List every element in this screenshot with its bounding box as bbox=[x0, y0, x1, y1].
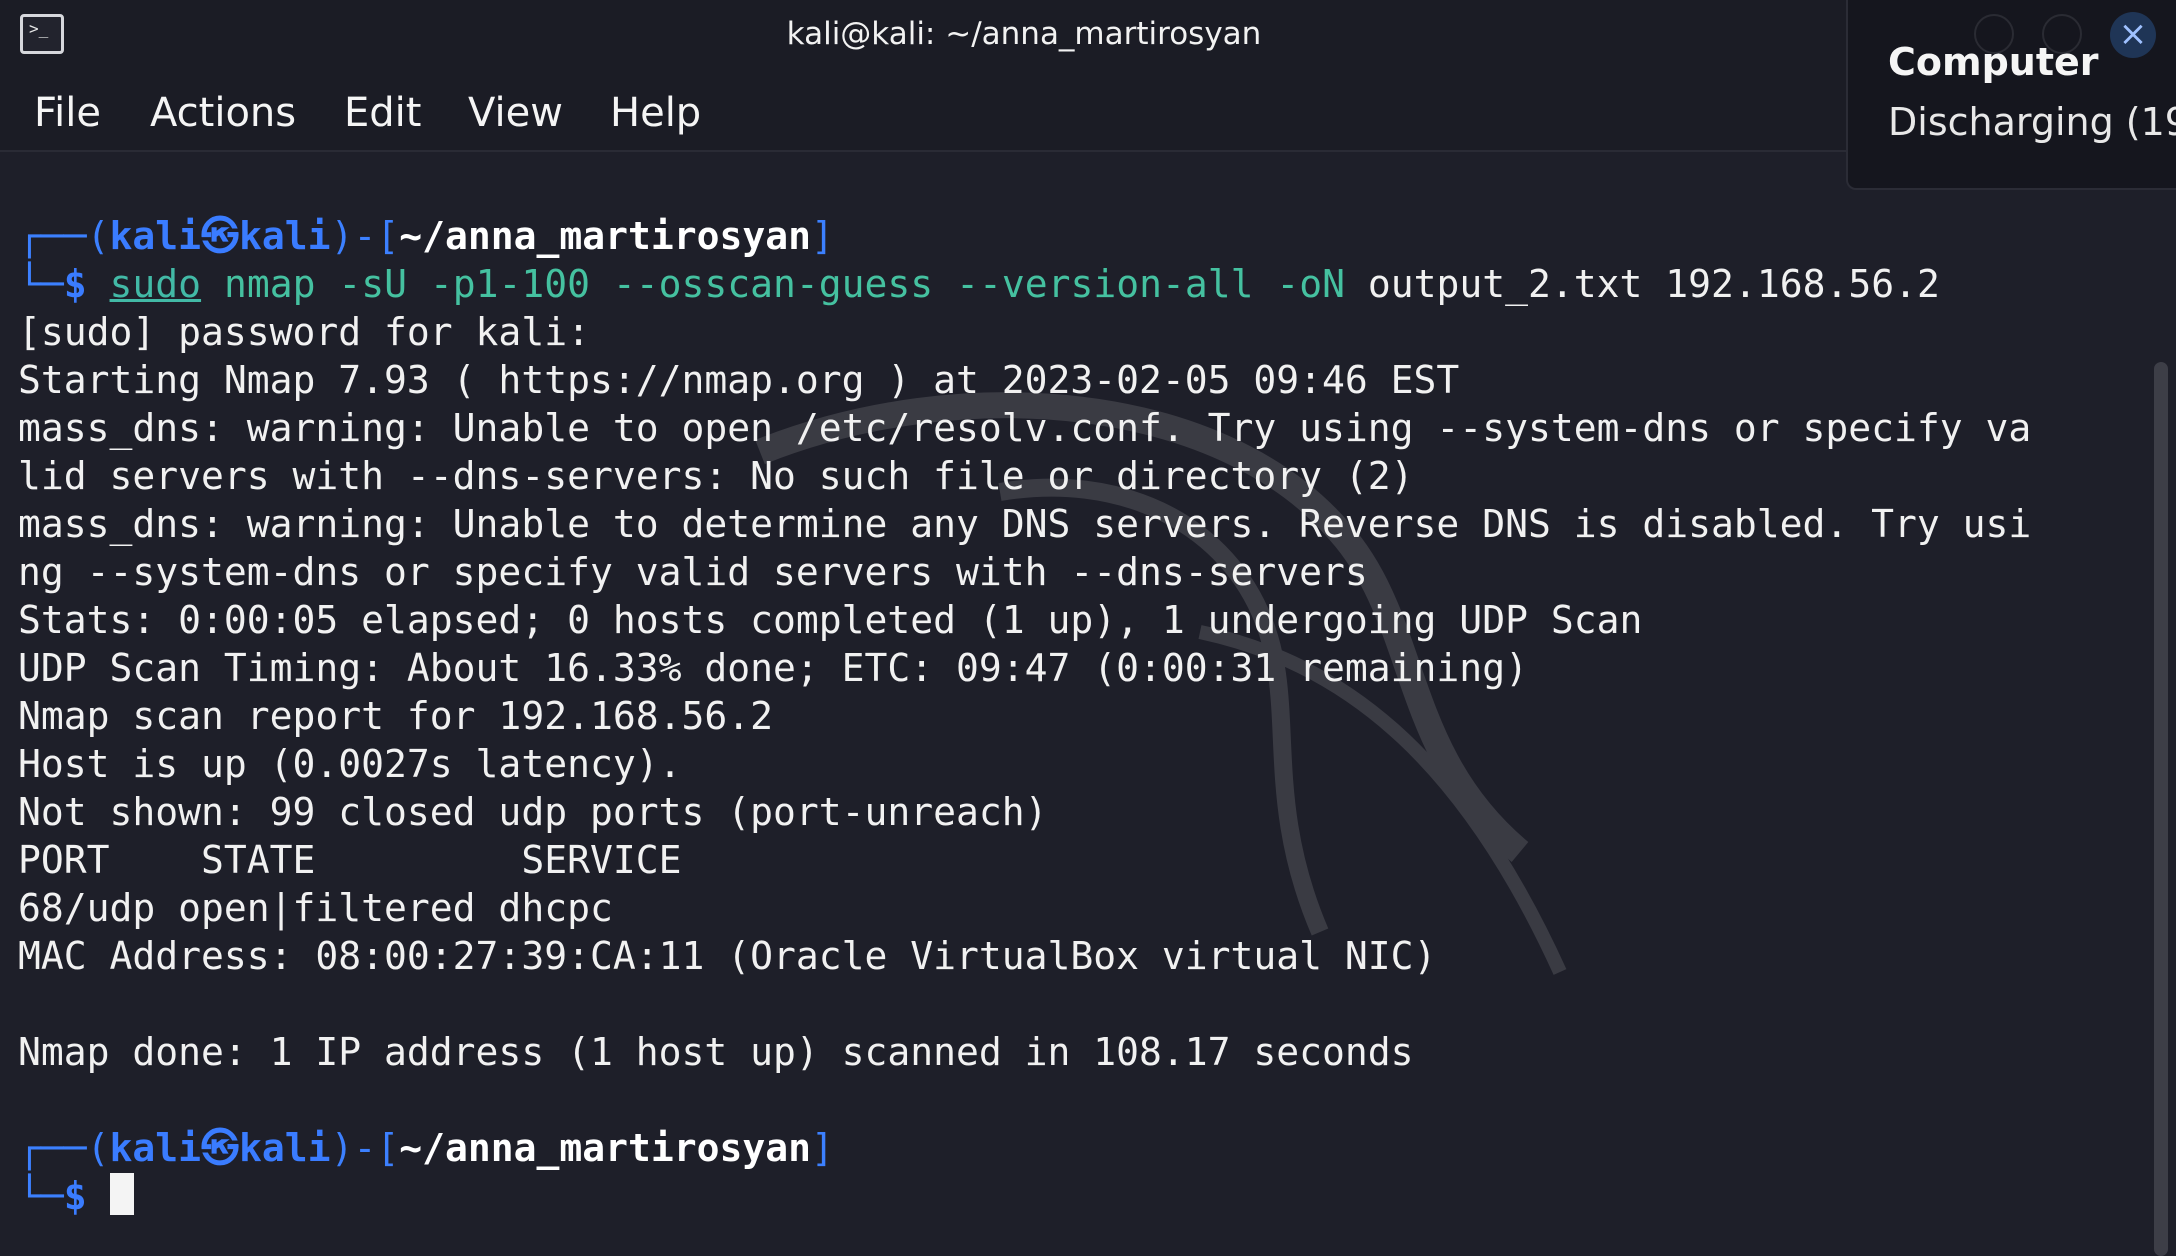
close-button[interactable]: × bbox=[2110, 12, 2156, 58]
prompt-host: kali bbox=[239, 1126, 331, 1170]
output-line: lid servers with --dns-servers: No such … bbox=[18, 454, 1414, 498]
prompt-branch: └─ bbox=[18, 1174, 64, 1218]
menu-help[interactable]: Help bbox=[610, 90, 701, 136]
output-line: Nmap scan report for 192.168.56.2 bbox=[18, 694, 773, 738]
window-title: kali@kali: ~/anna_martirosyan bbox=[786, 16, 1262, 52]
prompt-path: ~/anna_martirosyan bbox=[399, 1126, 812, 1170]
output-line: Starting Nmap 7.93 ( https://nmap.org ) … bbox=[18, 358, 1460, 402]
output-line: Nmap done: 1 IP address (1 host up) scan… bbox=[18, 1030, 1414, 1074]
output-line: PORT STATE SERVICE bbox=[18, 838, 682, 882]
input-line[interactable]: └─$ bbox=[18, 1172, 134, 1220]
menu-view[interactable]: View bbox=[468, 90, 563, 136]
notification-body: Discharging (19 bbox=[1888, 100, 2176, 144]
output-line: UDP Scan Timing: About 16.33% done; ETC:… bbox=[18, 646, 1528, 690]
prompt-bracket: ┌──( bbox=[18, 1126, 110, 1170]
prompt-at-symbol: ㉿ bbox=[201, 214, 240, 258]
prompt-bracket: ┌──( bbox=[18, 214, 110, 258]
menu-actions[interactable]: Actions bbox=[150, 90, 296, 136]
output-line: Stats: 0:00:05 elapsed; 0 hosts complete… bbox=[18, 598, 1643, 642]
command-sudo: sudo bbox=[109, 262, 202, 306]
output-line: mass_dns: warning: Unable to open /etc/r… bbox=[18, 406, 2032, 450]
prompt-user: kali bbox=[109, 1126, 202, 1170]
command-line: └─$ sudo nmap -sU -p1-100 --osscan-guess… bbox=[18, 260, 1940, 308]
minimize-button[interactable] bbox=[1974, 14, 2014, 54]
command-args: -sU -p1-100 --osscan-guess --version-all… bbox=[338, 262, 1345, 306]
prompt-bracket: )-[ bbox=[330, 214, 400, 258]
prompt-bracket: ] bbox=[811, 1126, 834, 1170]
output-line: ng --system-dns or specify valid servers… bbox=[18, 550, 1368, 594]
output-line: Host is up (0.0027s latency). bbox=[18, 742, 682, 786]
output-line: Not shown: 99 closed udp ports (port-unr… bbox=[18, 790, 1048, 834]
prompt-user: kali bbox=[109, 214, 202, 258]
output-line: 68/udp open|filtered dhcpc bbox=[18, 886, 613, 930]
menu-edit[interactable]: Edit bbox=[344, 90, 421, 136]
output-line: [sudo] password for kali: bbox=[18, 310, 590, 354]
menu-file[interactable]: File bbox=[34, 90, 101, 136]
command-target: output_2.txt 192.168.56.2 bbox=[1367, 262, 1940, 306]
prompt-branch: └─ bbox=[18, 262, 64, 306]
output-line: mass_dns: warning: Unable to determine a… bbox=[18, 502, 2032, 546]
prompt-dollar: $ bbox=[63, 1174, 87, 1218]
terminal-scrollbar[interactable] bbox=[2154, 362, 2168, 1256]
prompt-path: ~/anna_martirosyan bbox=[399, 214, 812, 258]
output-line: MAC Address: 08:00:27:39:CA:11 (Oracle V… bbox=[18, 934, 1437, 978]
prompt-at-symbol: ㉿ bbox=[201, 1126, 240, 1170]
prompt-bracket: )-[ bbox=[330, 1126, 400, 1170]
prompt-dollar: $ bbox=[63, 262, 87, 306]
terminal-area[interactable]: ┌──(kali㉿kali)-[~/anna_martirosyan] └─$ … bbox=[0, 152, 2176, 1256]
text-cursor bbox=[109, 1173, 134, 1215]
prompt-host: kali bbox=[239, 214, 331, 258]
prompt-bracket: ] bbox=[811, 214, 834, 258]
close-icon: × bbox=[2118, 14, 2148, 54]
prompt-line: ┌──(kali㉿kali)-[~/anna_martirosyan] bbox=[18, 212, 834, 260]
prompt-line: ┌──(kali㉿kali)-[~/anna_martirosyan] bbox=[18, 1124, 834, 1172]
maximize-button[interactable] bbox=[2042, 14, 2082, 54]
command-nmap: nmap bbox=[223, 262, 316, 306]
